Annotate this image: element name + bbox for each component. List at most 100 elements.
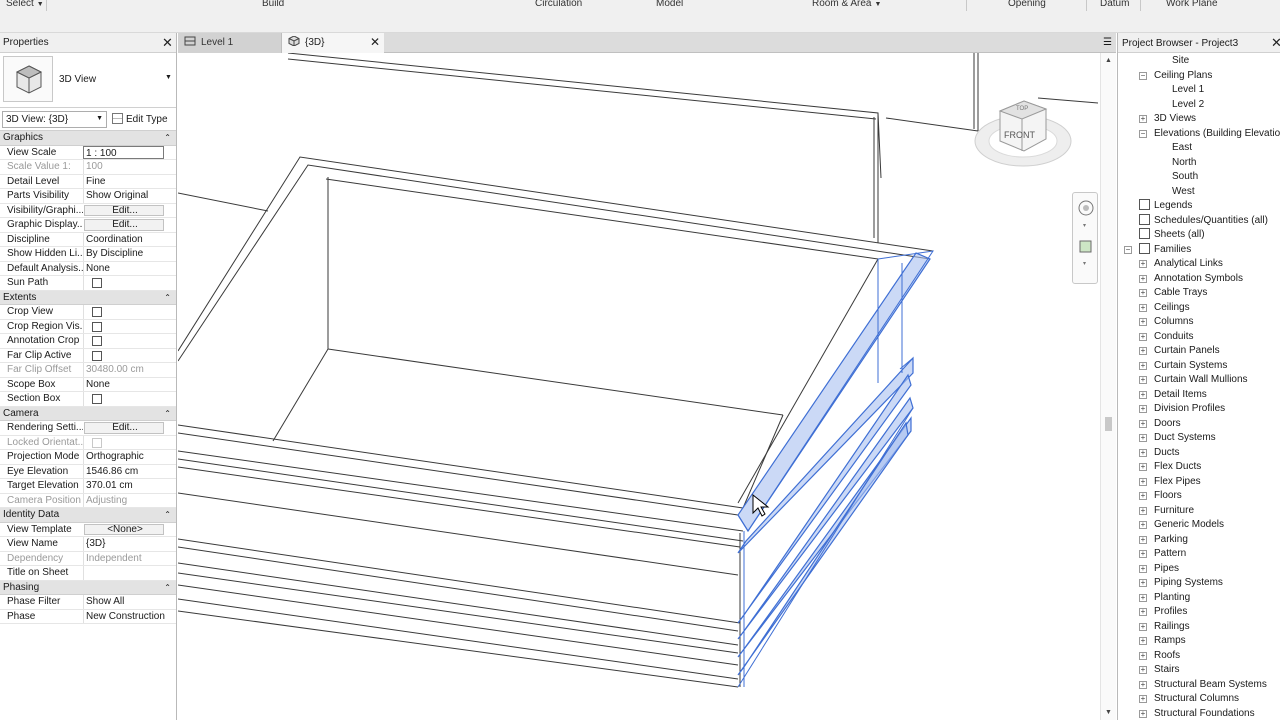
property-value[interactable]: Show Original bbox=[83, 189, 176, 203]
expand-icon[interactable]: + bbox=[1139, 622, 1147, 631]
browser-item[interactable]: Floors bbox=[1154, 489, 1182, 504]
checkbox[interactable] bbox=[92, 394, 102, 404]
expand-icon[interactable]: + bbox=[1139, 434, 1147, 442]
property-checkbox[interactable] bbox=[83, 348, 176, 362]
browser-item[interactable]: Structural Columns bbox=[1154, 692, 1239, 707]
tab-level-1[interactable]: Level 1 bbox=[178, 33, 282, 53]
browser-item[interactable]: Annotation Symbols bbox=[1154, 272, 1243, 287]
browser-item[interactable]: Division Profiles bbox=[1154, 402, 1225, 417]
view-instance-select[interactable]: 3D View: {3D} ▼ bbox=[2, 111, 107, 128]
browser-item[interactable]: East bbox=[1172, 141, 1192, 156]
collapse-icon[interactable]: − bbox=[1124, 245, 1132, 254]
property-group-identity-data[interactable]: Identity Data ⌃ bbox=[0, 508, 176, 523]
browser-item[interactable]: Families bbox=[1139, 242, 1191, 258]
expand-icon[interactable]: + bbox=[1139, 608, 1147, 616]
property-group-camera[interactable]: Camera ⌃ bbox=[0, 406, 176, 421]
browser-item[interactable]: Pipes bbox=[1154, 562, 1179, 577]
property-group-graphics[interactable]: Graphics ⌃ bbox=[0, 131, 176, 146]
collapse-icon[interactable]: − bbox=[1139, 129, 1147, 138]
expand-icon[interactable]: + bbox=[1139, 564, 1147, 573]
ribbon-panel-opening[interactable]: Opening bbox=[1008, 0, 1046, 9]
expand-icon[interactable]: + bbox=[1139, 405, 1147, 413]
expand-icon[interactable]: + bbox=[1139, 680, 1147, 689]
ribbon-panel-datum[interactable]: Datum bbox=[1100, 0, 1129, 9]
browser-item[interactable]: Duct Systems bbox=[1154, 431, 1216, 446]
browser-item[interactable]: Flex Pipes bbox=[1154, 475, 1201, 490]
property-value[interactable]: By Discipline bbox=[83, 247, 176, 261]
browser-item[interactable]: Site bbox=[1172, 54, 1189, 69]
browser-item[interactable]: Parking bbox=[1154, 533, 1188, 548]
expand-icon[interactable]: + bbox=[1139, 695, 1147, 703]
vertical-scrollbar[interactable]: ▲ ▼ bbox=[1100, 53, 1116, 720]
property-value[interactable]: 1546.86 cm bbox=[83, 464, 176, 478]
expand-icon[interactable]: + bbox=[1139, 477, 1147, 486]
browser-item[interactable]: Doors bbox=[1154, 417, 1181, 432]
browser-item[interactable]: Ramps bbox=[1154, 634, 1186, 649]
expand-icon[interactable]: + bbox=[1139, 361, 1147, 370]
browser-item[interactable]: Schedules/Quantities (all) bbox=[1139, 213, 1268, 229]
expand-icon[interactable]: + bbox=[1139, 593, 1147, 602]
ribbon-panel-model[interactable]: Model bbox=[656, 0, 683, 9]
browser-item[interactable]: Structural Foundations bbox=[1154, 707, 1255, 720]
expand-icon[interactable]: + bbox=[1139, 289, 1147, 297]
collapse-icon[interactable]: − bbox=[1139, 71, 1147, 80]
browser-item[interactable]: Columns bbox=[1154, 315, 1193, 330]
browser-item[interactable]: Ducts bbox=[1154, 446, 1180, 461]
expand-icon[interactable]: + bbox=[1139, 521, 1147, 529]
collapse-icon[interactable]: ⌃ bbox=[164, 407, 171, 421]
expand-icon[interactable]: + bbox=[1139, 332, 1147, 341]
ribbon-panel-room-area[interactable]: Room & Area ▼ bbox=[812, 0, 881, 9]
expand-icon[interactable]: + bbox=[1139, 651, 1147, 660]
checkbox[interactable] bbox=[92, 321, 102, 332]
property-value[interactable]: Show All bbox=[83, 595, 176, 609]
tab-3d[interactable]: {3D} ✕ bbox=[282, 33, 384, 53]
expand-icon[interactable]: + bbox=[1139, 318, 1147, 326]
property-edit-button[interactable]: Edit... bbox=[84, 219, 164, 231]
browser-item[interactable]: Analytical Links bbox=[1154, 257, 1223, 272]
property-value[interactable]: Coordination bbox=[83, 232, 176, 246]
model-canvas[interactable]: FRONT TOP bbox=[178, 53, 1116, 720]
checkbox[interactable] bbox=[92, 336, 102, 346]
expand-icon[interactable]: + bbox=[1139, 303, 1147, 312]
browser-item[interactable]: Curtain Systems bbox=[1154, 359, 1227, 374]
browser-item[interactable]: Planting bbox=[1154, 591, 1190, 606]
ribbon-panel-work-plane[interactable]: Work Plane bbox=[1166, 0, 1218, 9]
scroll-down-icon[interactable]: ▼ bbox=[1105, 709, 1112, 716]
property-value[interactable]: Orthographic bbox=[83, 450, 176, 464]
collapse-icon[interactable]: ⌃ bbox=[164, 508, 171, 522]
checkbox[interactable] bbox=[92, 350, 102, 361]
property-group-phasing[interactable]: Phasing ⌃ bbox=[0, 580, 176, 595]
property-edit-button[interactable]: Edit... bbox=[84, 422, 164, 434]
expand-icon[interactable]: + bbox=[1139, 347, 1147, 355]
chevron-down-icon[interactable]: ▼ bbox=[165, 74, 172, 81]
collapse-icon[interactable]: ⌃ bbox=[164, 291, 171, 305]
property-value[interactable]: Fine bbox=[83, 174, 176, 188]
property-value[interactable]: 1 : 100 bbox=[83, 145, 164, 159]
expand-icon[interactable]: + bbox=[1139, 550, 1147, 558]
collapse-icon[interactable]: ⌃ bbox=[164, 581, 171, 595]
browser-item[interactable]: Generic Models bbox=[1154, 518, 1224, 533]
browser-item[interactable]: Profiles bbox=[1154, 605, 1187, 620]
property-checkbox[interactable] bbox=[83, 392, 176, 406]
browser-item[interactable]: Piping Systems bbox=[1154, 576, 1223, 591]
expand-icon[interactable]: + bbox=[1139, 535, 1147, 544]
browser-item[interactable]: Furniture bbox=[1154, 504, 1194, 519]
3d-viewport[interactable]: FRONT TOP ▾ ▾ ▲ ▼ bbox=[178, 53, 1116, 720]
browser-item[interactable]: 3D Views bbox=[1154, 112, 1196, 127]
browser-item[interactable]: Roofs bbox=[1154, 649, 1180, 664]
browser-item[interactable]: Conduits bbox=[1154, 330, 1193, 345]
property-value[interactable]: None bbox=[83, 261, 176, 275]
type-selector[interactable]: 3D View ▼ bbox=[0, 53, 176, 108]
browser-item[interactable]: Legends bbox=[1139, 199, 1192, 214]
checkbox[interactable] bbox=[92, 278, 102, 288]
expand-icon[interactable]: + bbox=[1139, 463, 1147, 471]
property-group-extents[interactable]: Extents ⌃ bbox=[0, 290, 176, 305]
property-checkbox[interactable] bbox=[83, 305, 176, 319]
ribbon-panel-circulation[interactable]: Circulation bbox=[535, 0, 582, 9]
ribbon-panel-select[interactable]: Select ▼ bbox=[6, 0, 44, 9]
close-icon[interactable]: ✕ bbox=[1271, 36, 1280, 49]
checkbox[interactable] bbox=[92, 307, 102, 317]
collapse-icon[interactable]: ⌃ bbox=[164, 131, 171, 145]
expand-icon[interactable]: + bbox=[1139, 390, 1147, 399]
property-edit-button[interactable]: <None> bbox=[84, 523, 164, 535]
